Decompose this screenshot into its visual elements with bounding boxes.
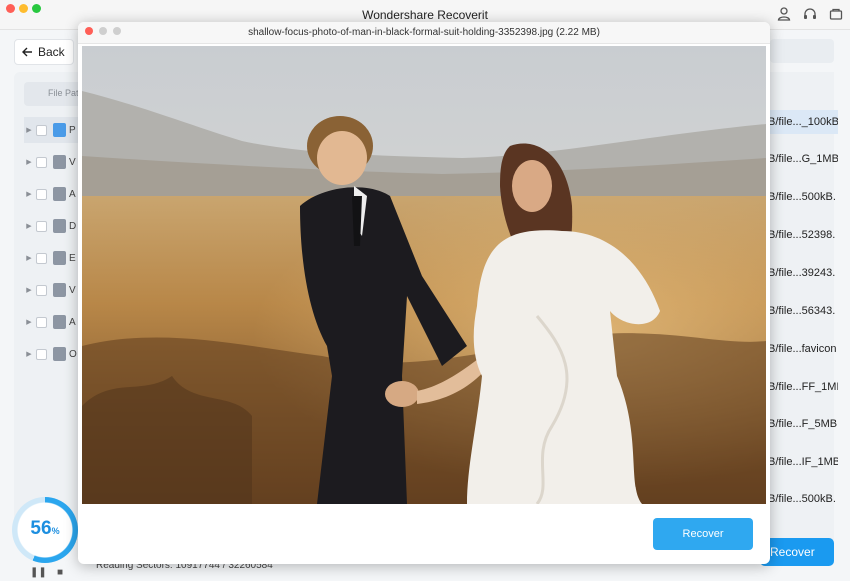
headset-icon[interactable] bbox=[802, 6, 818, 22]
file-list-item[interactable]: B/file...56343. bbox=[768, 299, 838, 323]
expand-caret-icon[interactable]: ▶ bbox=[24, 318, 34, 326]
file-list-item[interactable]: B/file..._100kB bbox=[768, 110, 838, 134]
tree-item-webfile[interactable]: ▶ V bbox=[24, 277, 84, 303]
expand-caret-icon[interactable]: ▶ bbox=[24, 222, 34, 230]
tree-item-checkbox[interactable] bbox=[36, 220, 47, 232]
archive-icon bbox=[53, 315, 66, 329]
back-button-label: Back bbox=[38, 45, 65, 59]
tree-item-checkbox[interactable] bbox=[36, 252, 47, 264]
file-list-item[interactable]: B/file...FF_1MB bbox=[768, 375, 838, 399]
user-icon[interactable] bbox=[776, 6, 792, 22]
search-field[interactable] bbox=[770, 39, 834, 63]
stop-icon[interactable]: ■ bbox=[57, 567, 63, 578]
other-icon bbox=[53, 347, 66, 361]
file-list-item[interactable]: B/file...IF_1MB. bbox=[768, 450, 838, 474]
tree-item-label: A bbox=[69, 188, 76, 200]
back-arrow-icon bbox=[22, 47, 32, 57]
tree-item-label: O bbox=[69, 348, 77, 360]
recover-button-main[interactable]: Recover bbox=[760, 538, 834, 566]
recover-button[interactable]: Recover bbox=[653, 518, 753, 550]
file-list-item[interactable]: B/file...favicon bbox=[768, 337, 838, 361]
preview-dialog: shallow-focus-photo-of-man-in-black-form… bbox=[78, 22, 770, 564]
expand-caret-icon[interactable]: ▶ bbox=[24, 350, 34, 358]
preview-file-name: shallow-focus-photo-of-man-in-black-form… bbox=[248, 27, 600, 38]
file-list-item[interactable]: B/file...500kB. bbox=[768, 185, 838, 209]
tree-item-video[interactable]: ▶ V bbox=[24, 149, 84, 175]
document-icon bbox=[53, 219, 66, 233]
tree-item-checkbox[interactable] bbox=[36, 284, 47, 296]
tree-item-document[interactable]: ▶ D bbox=[24, 213, 84, 239]
expand-caret-icon[interactable]: ▶ bbox=[24, 126, 34, 134]
file-list-item[interactable]: B/file...F_5MB. bbox=[768, 412, 838, 436]
app-title: Wondershare Recoverit bbox=[362, 8, 488, 22]
pause-icon[interactable]: ❚❚ bbox=[30, 567, 47, 578]
tree-item-checkbox[interactable] bbox=[36, 316, 47, 328]
tree-item-email[interactable]: ▶ E bbox=[24, 245, 84, 271]
tree-item-label: A bbox=[69, 316, 76, 328]
audio-icon bbox=[53, 187, 66, 201]
expand-caret-icon[interactable]: ▶ bbox=[24, 158, 34, 166]
preview-titlebar: shallow-focus-photo-of-man-in-black-form… bbox=[78, 22, 770, 44]
tree-item-photo[interactable]: ▶ P bbox=[24, 117, 84, 143]
tree-item-archive[interactable]: ▶ A bbox=[24, 309, 84, 335]
tree-item-label: E bbox=[69, 252, 76, 264]
expand-caret-icon[interactable]: ▶ bbox=[24, 190, 34, 198]
back-button[interactable]: Back bbox=[14, 39, 74, 65]
tree-item-label: D bbox=[69, 220, 77, 232]
tree-item-label: P bbox=[69, 124, 76, 136]
file-list-item[interactable]: B/file...500kB. bbox=[768, 487, 838, 511]
tree-item-checkbox[interactable] bbox=[36, 124, 47, 136]
tab-file-path[interactable]: File Path bbox=[24, 82, 84, 106]
tree-item-checkbox[interactable] bbox=[36, 156, 47, 168]
app-window: Wondershare Recoverit Back File Path ▶ P… bbox=[0, 0, 850, 581]
tree-item-other[interactable]: ▶ O bbox=[24, 341, 84, 367]
scan-progress-value: 56% bbox=[30, 518, 60, 539]
tree-item-checkbox[interactable] bbox=[36, 188, 47, 200]
file-list-item[interactable]: B/file...G_1MB. bbox=[768, 147, 838, 171]
cart-icon[interactable] bbox=[828, 6, 844, 22]
video-icon bbox=[53, 155, 66, 169]
tree-item-audio[interactable]: ▶ A bbox=[24, 181, 84, 207]
expand-caret-icon[interactable]: ▶ bbox=[24, 254, 34, 262]
email-icon bbox=[53, 251, 66, 265]
expand-caret-icon[interactable]: ▶ bbox=[24, 286, 34, 294]
preview-photo bbox=[82, 46, 766, 504]
webfile-icon bbox=[53, 283, 66, 297]
file-list-item[interactable]: B/file...52398. bbox=[768, 223, 838, 247]
file-list-item[interactable]: B/file...39243. bbox=[768, 261, 838, 285]
image-icon bbox=[53, 123, 66, 137]
tree-item-checkbox[interactable] bbox=[36, 348, 47, 360]
tree-item-label: V bbox=[69, 156, 76, 168]
tree-item-label: V bbox=[69, 284, 76, 296]
